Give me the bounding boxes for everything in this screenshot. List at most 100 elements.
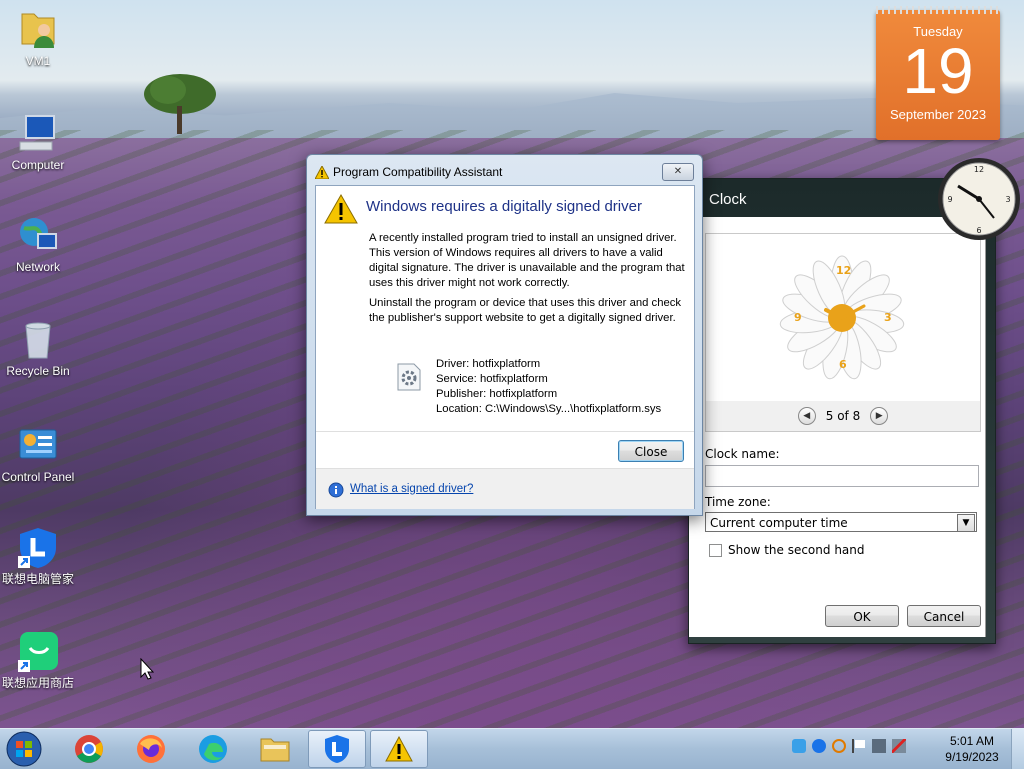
calendar-month-year: September 2023 <box>889 107 987 122</box>
desktop-icon-lenovo-app-store[interactable]: 联想应用商店 <box>0 630 78 690</box>
desktop-icon-lenovo-pc-manager[interactable]: 联想电脑管家 <box>0 526 78 586</box>
calendar-gadget[interactable]: Tuesday 19 September 2023 <box>876 6 1000 140</box>
taskbar-file-explorer[interactable] <box>246 730 304 768</box>
driver-info: Driver: hotfixplatform Service: hotfixpl… <box>436 357 661 417</box>
desktop-icon-label: VM1 <box>25 54 51 68</box>
taskbar-date: 9/19/2023 <box>945 750 999 764</box>
taskbar-time: 5:01 AM <box>949 734 995 748</box>
time-zone-value: Current computer time <box>710 516 848 530</box>
clock-name-input[interactable] <box>705 465 979 487</box>
network-icon <box>16 214 60 258</box>
volume-muted-icon[interactable] <box>892 739 906 753</box>
folder-icon <box>260 738 290 762</box>
signed-driver-help-link[interactable]: What is a signed driver? <box>350 483 473 495</box>
daisy-clock-face <box>779 255 905 380</box>
desktop-icon-label: Network <box>15 260 60 274</box>
desktop-icon-recycle-bin[interactable]: Recycle Bin <box>0 318 78 378</box>
previous-clock-button[interactable]: ◀ <box>797 407 816 425</box>
desktop-icon-label: Computer <box>11 158 65 172</box>
close-icon[interactable]: ✕ <box>662 163 694 181</box>
dialog-separator <box>316 431 694 432</box>
time-zone-label: Time zone: <box>705 495 771 509</box>
driver-publisher: Publisher: hotfixplatform <box>436 388 558 400</box>
desktop-icon-vm1[interactable]: VM1 <box>0 8 78 68</box>
recycle-bin-icon <box>16 318 60 362</box>
mouse-cursor-icon <box>140 658 154 680</box>
taskbar-firefox[interactable] <box>122 730 180 768</box>
clock-face-number-9: 9 <box>794 311 802 324</box>
dialog-paragraph-1: A recently installed program tried to in… <box>369 232 685 289</box>
time-zone-select[interactable]: Current computer time ▼ <box>705 512 977 532</box>
close-button[interactable]: Close <box>618 440 684 462</box>
desktop-icon-label: Control Panel <box>1 470 75 484</box>
ok-button[interactable]: OK <box>825 605 899 627</box>
program-compatibility-dialog: Program Compatibility Assistant ✕ Window… <box>306 154 703 516</box>
clock-window-title: Clock <box>709 191 747 208</box>
svg-text:6: 6 <box>976 226 981 235</box>
taskbar-chrome[interactable] <box>60 730 118 768</box>
lenovo-pc-manager-icon <box>16 526 60 570</box>
taskbar-lenovo-pc-manager[interactable] <box>308 730 366 768</box>
clock-page-indicator: 5 of 8 <box>825 409 861 423</box>
desktop-icon-network[interactable]: Network <box>0 214 78 274</box>
firefox-icon <box>137 735 165 763</box>
clock-settings-body: 12 3 6 9 ◀ 5 of 8 ▶ Clock name: Time zon… <box>689 217 986 637</box>
desktop-icon-control-panel[interactable]: Control Panel <box>0 424 78 484</box>
cancel-button[interactable]: Cancel <box>907 605 981 627</box>
dialog-paragraph-2: Uninstall the program or device that use… <box>369 297 682 324</box>
clock-name-label: Clock name: <box>705 447 780 461</box>
next-clock-button[interactable]: ▶ <box>870 407 889 425</box>
control-panel-icon <box>16 424 60 468</box>
svg-text:9: 9 <box>947 195 952 204</box>
start-button[interactable] <box>4 730 44 768</box>
network-tray-icon[interactable] <box>872 739 886 753</box>
show-second-hand-label: Show the second hand <box>728 543 865 557</box>
desktop-icon-label: 联想应用商店 <box>1 676 74 690</box>
clock-preview: 12 3 6 9 <box>705 233 981 403</box>
svg-text:12: 12 <box>974 165 984 174</box>
clock-face-number-6: 6 <box>839 358 847 371</box>
checkbox-box[interactable] <box>709 543 722 557</box>
search-icon[interactable] <box>832 739 846 753</box>
clock-gadget[interactable]: 12 3 6 9 <box>936 156 1022 242</box>
lenovo-pc-manager-icon <box>325 735 349 763</box>
chrome-icon <box>75 735 103 763</box>
system-tray <box>792 739 906 753</box>
info-icon <box>328 482 344 498</box>
driver-gear-icon <box>397 363 421 391</box>
user-folder-icon <box>16 8 60 52</box>
edge-icon <box>199 735 227 763</box>
flag-icon[interactable] <box>852 739 866 753</box>
dialog-title: Program Compatibility Assistant <box>333 165 503 179</box>
calendar-rings <box>876 6 1000 14</box>
taskbar-compatibility-assistant[interactable] <box>370 730 428 768</box>
driver-location: Location: C:\Windows\Sy...\hotfixplatfor… <box>436 403 662 415</box>
warning-icon <box>324 194 358 224</box>
desktop-icon-computer[interactable]: Computer <box>0 112 78 172</box>
taskbar-edge[interactable] <box>184 730 242 768</box>
chevron-down-icon[interactable]: ▼ <box>957 514 975 532</box>
show-second-hand-checkbox[interactable]: Show the second hand <box>709 543 865 557</box>
taskbar: 5:01 AM 9/19/2023 <box>0 728 1024 769</box>
clock-style-pager: ◀ 5 of 8 ▶ <box>705 401 981 432</box>
taskbar-clock[interactable]: 5:01 AM 9/19/2023 <box>940 733 1004 765</box>
dialog-heading: Windows requires a digitally signed driv… <box>366 198 642 215</box>
svg-text:3: 3 <box>1005 195 1010 204</box>
lenovo-tray-icon[interactable] <box>812 739 826 753</box>
dialog-titlebar: Program Compatibility Assistant <box>315 163 502 181</box>
dialog-content: Windows requires a digitally signed driv… <box>315 185 695 509</box>
dialog-footer: What is a signed driver? <box>316 468 694 509</box>
warning-icon <box>385 736 413 762</box>
clock-settings-window: Clock 12 3 6 9 ◀ 5 of 8 ▶ Clock name: Ti… <box>688 178 996 644</box>
security-shield-icon[interactable] <box>792 739 806 753</box>
driver-service: Service: hotfixplatform <box>436 373 548 385</box>
show-desktop-button[interactable] <box>1011 729 1024 769</box>
desktop-icon-label: Recycle Bin <box>6 364 70 378</box>
tree <box>144 74 216 134</box>
driver-name: Driver: hotfixplatform <box>436 358 541 370</box>
clock-face-number-3: 3 <box>884 311 892 324</box>
lenovo-app-store-icon <box>16 630 60 674</box>
desktop-icon-label: 联想电脑管家 <box>1 572 74 586</box>
calendar-day: 19 <box>902 35 974 107</box>
warning-icon <box>315 165 329 179</box>
